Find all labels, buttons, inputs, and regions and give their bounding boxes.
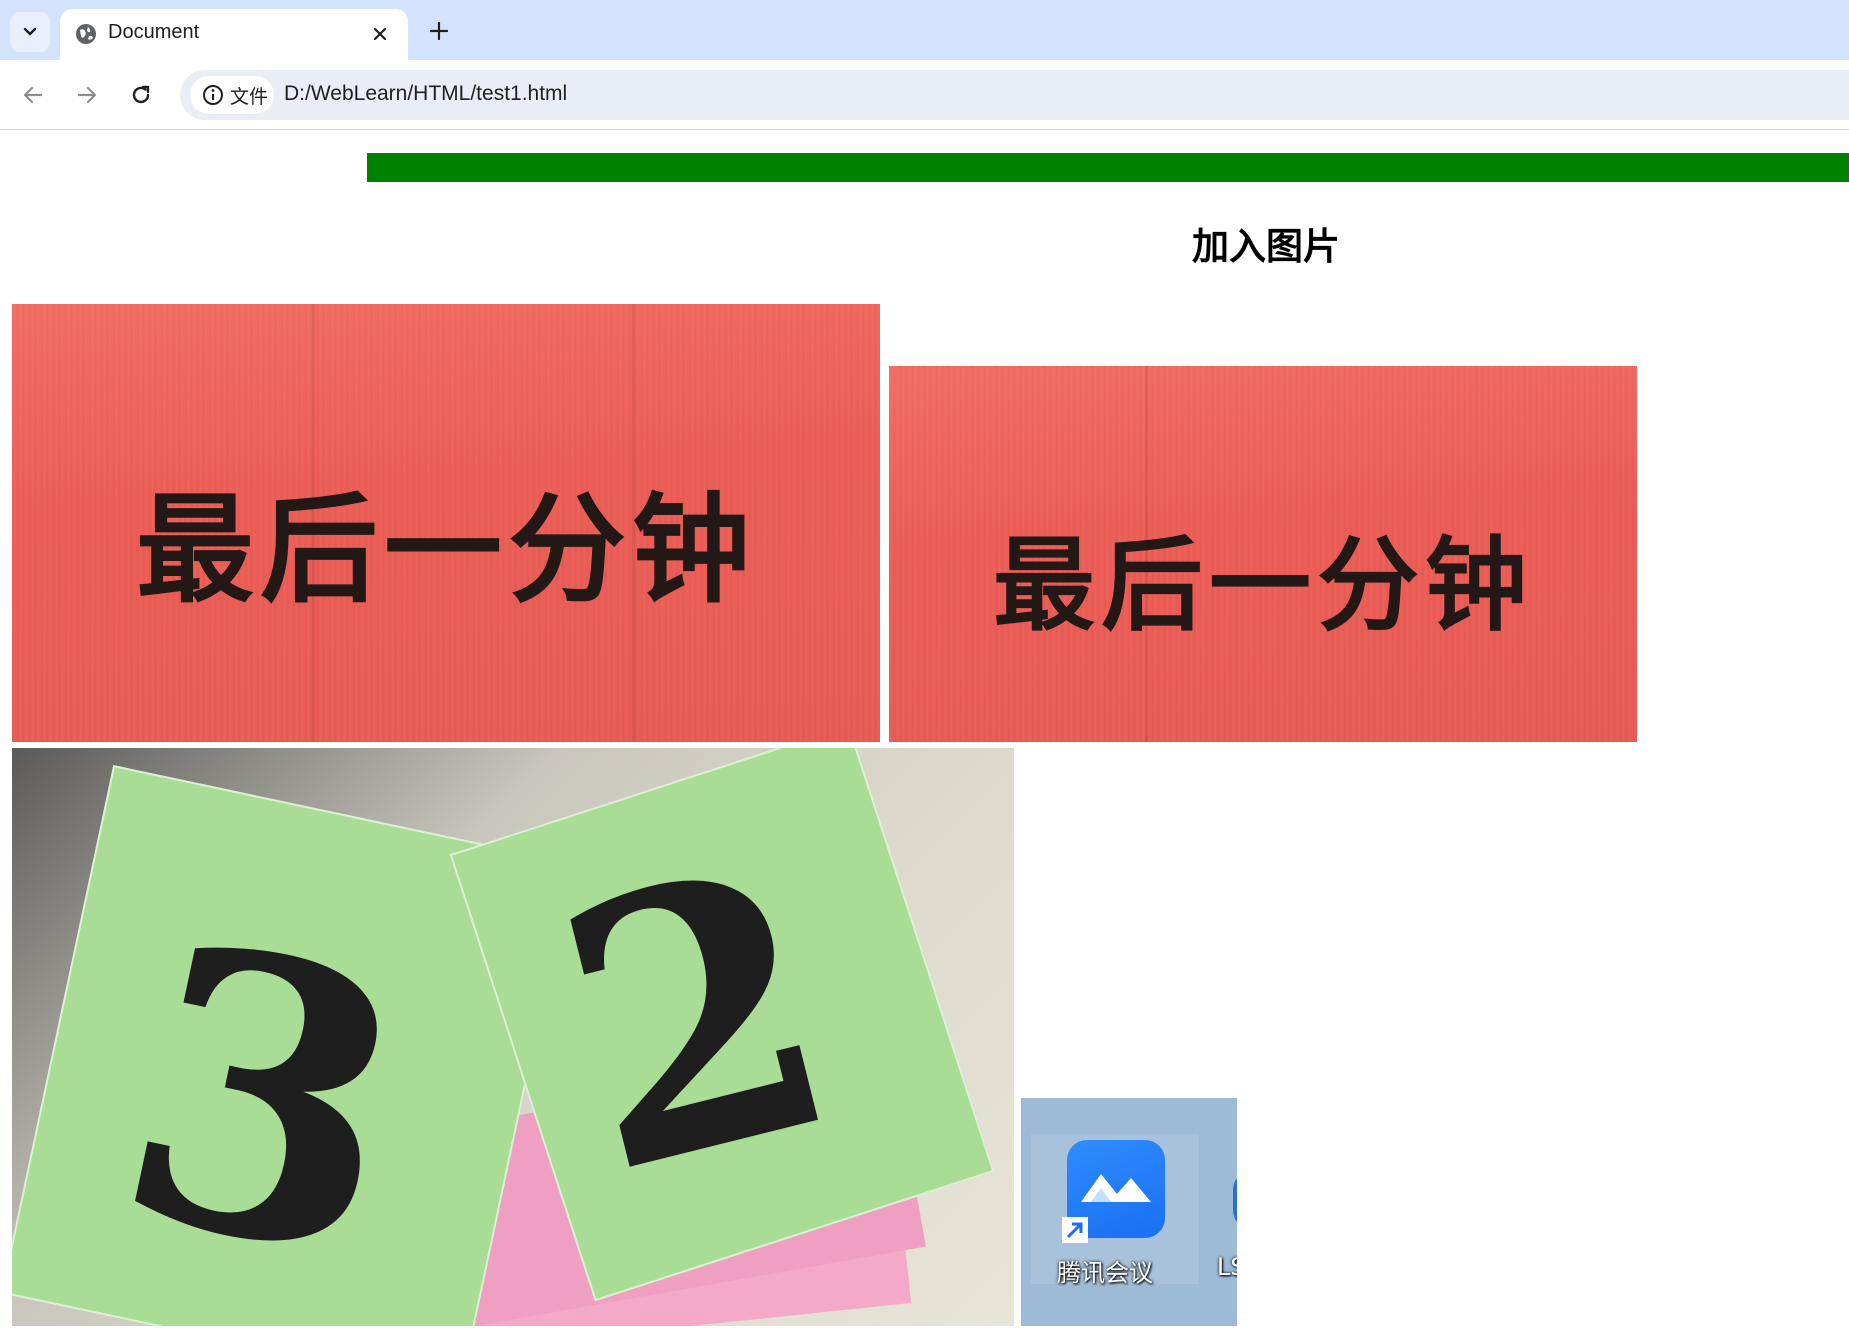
new-tab-button[interactable] bbox=[424, 16, 454, 46]
back-button[interactable] bbox=[16, 78, 50, 112]
close-icon bbox=[373, 27, 387, 41]
reload-button[interactable] bbox=[124, 78, 158, 112]
reload-icon bbox=[132, 85, 150, 104]
page-content: 加入图片 最后一分钟 最后一分钟 3 2 腾讯会议 L bbox=[0, 131, 1849, 1332]
plus-icon bbox=[429, 21, 449, 41]
url-text[interactable]: D:/WebLearn/HTML/test1.html bbox=[284, 82, 567, 106]
site-info-chip[interactable]: 文件 bbox=[190, 76, 274, 114]
page-heading: 加入图片 bbox=[1192, 226, 1340, 267]
image-caption-text: 最后一分钟 bbox=[993, 527, 1533, 646]
partial-app-icon bbox=[1233, 1170, 1237, 1230]
tab-close-button[interactable] bbox=[368, 22, 392, 46]
tab-title: Document bbox=[108, 21, 200, 43]
shortcut-arrow-icon bbox=[1062, 1217, 1088, 1243]
tab-strip: Document bbox=[0, 0, 1849, 60]
arrow-right-icon bbox=[77, 86, 97, 104]
image-last-minute-small: 最后一分钟 bbox=[889, 366, 1637, 742]
forward-button[interactable] bbox=[70, 78, 104, 112]
image-desktop-shortcut: 腾讯会议 LS bbox=[1021, 1098, 1237, 1326]
globe-icon bbox=[76, 24, 96, 44]
tab-search-button[interactable] bbox=[10, 12, 50, 52]
image-caption-text: 最后一分钟 bbox=[135, 481, 756, 619]
image-number-cards: 3 2 bbox=[12, 748, 1014, 1326]
active-tab[interactable]: Document bbox=[60, 9, 408, 60]
info-icon bbox=[203, 85, 223, 105]
browser-toolbar: 文件 D:/WebLearn/HTML/test1.html bbox=[0, 60, 1849, 130]
green-horizontal-rule bbox=[367, 153, 1849, 182]
image-last-minute-large: 最后一分钟 bbox=[12, 304, 880, 742]
chevron-down-icon bbox=[23, 27, 37, 36]
clipped-app-label: LS bbox=[1217, 1253, 1237, 1281]
arrow-left-icon bbox=[23, 86, 43, 104]
site-info-label: 文件 bbox=[230, 86, 269, 108]
address-bar[interactable]: 文件 D:/WebLearn/HTML/test1.html bbox=[180, 70, 1849, 120]
app-label: 腾讯会议 bbox=[1057, 1259, 1153, 1287]
